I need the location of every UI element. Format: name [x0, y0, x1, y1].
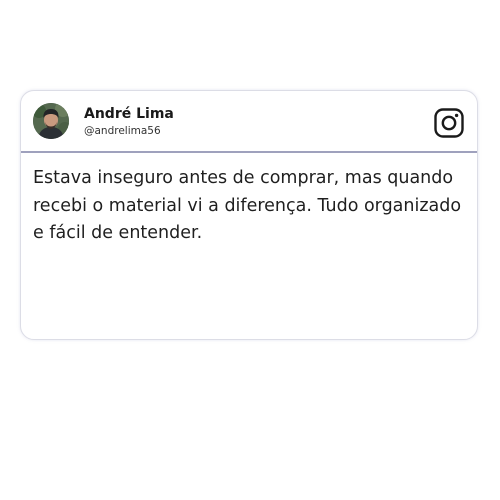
author-name: André Lima: [84, 106, 174, 122]
testimonial-card: André Lima @andrelima56 Estava inseguro …: [20, 90, 478, 340]
testimonial-text: Estava inseguro antes de comprar, mas qu…: [33, 168, 462, 243]
avatar: [33, 103, 69, 139]
author-handle: @andrelima56: [84, 125, 161, 137]
card-header: André Lima @andrelima56: [21, 91, 477, 153]
instagram-icon[interactable]: [434, 108, 464, 138]
user-avatar-icon: [33, 103, 69, 139]
